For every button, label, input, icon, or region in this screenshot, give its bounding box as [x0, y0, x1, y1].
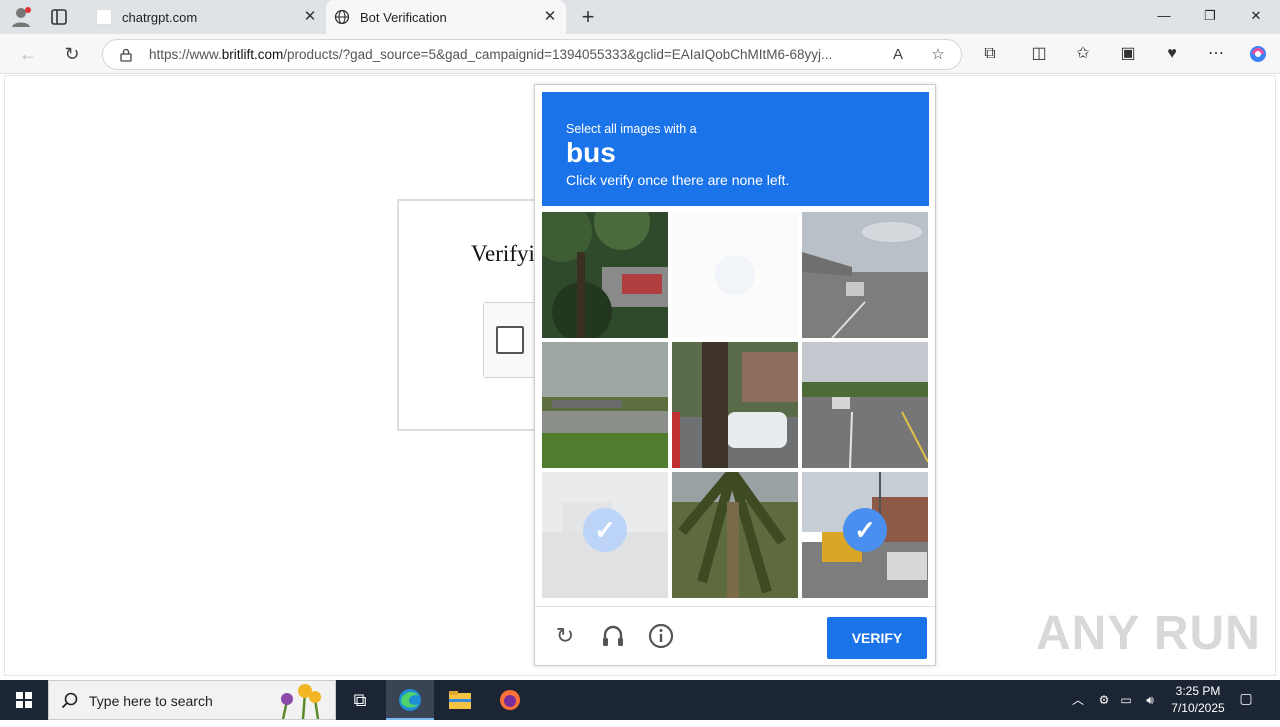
captcha-tile[interactable]: [542, 212, 668, 338]
page-heading: Verifyi: [471, 241, 535, 266]
back-arrow-icon[interactable]: ←: [18, 44, 38, 64]
tile-image: [542, 212, 668, 338]
watermark-logo: ANY RUN: [1036, 607, 1261, 660]
globe-icon: [334, 9, 350, 25]
taskbar-search[interactable]: Type here to search: [48, 680, 336, 720]
selected-check-icon: ✓: [843, 508, 887, 552]
tile-image: [672, 342, 798, 468]
verify-button[interactable]: VERIFY: [827, 617, 927, 659]
lock-icon[interactable]: [119, 48, 133, 62]
captcha-tile[interactable]: ✓: [542, 472, 668, 598]
task-view-icon[interactable]: ⧉: [336, 680, 384, 720]
tab-actions-icon[interactable]: [50, 8, 68, 26]
restore-icon[interactable]: ❐: [1202, 8, 1218, 24]
new-tab-button[interactable]: +: [578, 6, 598, 28]
page-favicon-icon: [96, 9, 112, 25]
instruction-text: Select all images with a: [566, 122, 697, 136]
favorite-star-icon[interactable]: ☆: [929, 46, 947, 64]
tile-image: [802, 212, 928, 338]
captcha-tile[interactable]: [672, 472, 798, 598]
tile-image: [672, 472, 798, 598]
tab-title: chatrgpt.com: [122, 9, 198, 25]
edge-browser-icon[interactable]: [386, 680, 434, 720]
tab-strip: chatrgpt.com ✕ Bot Verification ✕ + — ❐ …: [0, 0, 1280, 34]
volume-icon[interactable]: 🔊︎: [1142, 692, 1158, 708]
read-aloud-icon[interactable]: A: [889, 46, 907, 64]
chevron-up-icon[interactable]: ︿: [1070, 692, 1086, 708]
tab-bot-verification[interactable]: Bot Verification ✕: [326, 0, 566, 34]
system-clock[interactable]: 3:25 PM 7/10/2025: [1160, 683, 1236, 717]
browser-toolbar: ← ↻ https://www.britlift.com/products/?g…: [0, 34, 1280, 74]
split-screen-icon[interactable]: ◫: [1029, 44, 1049, 64]
captcha-tile[interactable]: [672, 342, 798, 468]
captcha-tile[interactable]: [802, 212, 928, 338]
browser-essentials-icon[interactable]: ♥: [1162, 44, 1182, 64]
target-object: bus: [566, 137, 616, 168]
security-icon[interactable]: ⚙: [1096, 692, 1112, 708]
captcha-tile[interactable]: [802, 342, 928, 468]
close-tab-icon[interactable]: ✕: [302, 9, 318, 25]
captcha-tile[interactable]: [542, 342, 668, 468]
windows-start-icon[interactable]: [0, 680, 48, 720]
captcha-challenge: Select all images with a bus Click verif…: [534, 84, 936, 666]
network-icon[interactable]: ▭: [1118, 692, 1134, 708]
info-icon[interactable]: [648, 623, 674, 649]
captcha-checkbox[interactable]: [496, 326, 524, 354]
copilot-icon[interactable]: [1248, 44, 1268, 64]
extensions-icon[interactable]: ⧉: [980, 44, 1000, 64]
collections-icon[interactable]: ▣: [1118, 44, 1138, 64]
flowers-icon: [281, 684, 321, 719]
reload-challenge-icon[interactable]: ↻: [552, 623, 578, 649]
tab-chatrgpt[interactable]: chatrgpt.com ✕: [88, 0, 326, 34]
profile-icon[interactable]: [10, 6, 32, 28]
tab-title: Bot Verification: [360, 9, 447, 25]
address-bar[interactable]: https://www.britlift.com/products/?gad_s…: [102, 39, 962, 70]
audio-challenge-icon[interactable]: [600, 623, 626, 649]
clock-time: 3:25 PM: [1175, 684, 1221, 698]
tile-image: [802, 342, 928, 468]
search-placeholder: Type here to search: [89, 693, 213, 709]
url-text[interactable]: https://www.britlift.com/products/?gad_s…: [149, 47, 869, 62]
close-window-icon[interactable]: ✕: [1248, 8, 1264, 24]
tile-image: [542, 342, 668, 468]
file-explorer-icon[interactable]: [436, 680, 484, 720]
clock-date: 7/10/2025: [1171, 701, 1225, 715]
close-tab-icon[interactable]: ✕: [542, 9, 558, 25]
captcha-tile[interactable]: [672, 212, 798, 338]
more-menu-icon[interactable]: ⋯: [1206, 44, 1226, 64]
refresh-icon[interactable]: ↻: [62, 44, 82, 64]
captcha-tile[interactable]: ✓: [802, 472, 928, 598]
sub-instruction: Click verify once there are none left.: [566, 172, 790, 188]
firefox-icon[interactable]: [486, 680, 534, 720]
favorites-icon[interactable]: ✩: [1073, 44, 1093, 64]
search-icon: [61, 692, 78, 709]
minimize-icon[interactable]: —: [1156, 8, 1172, 24]
challenge-header: Select all images with a bus Click verif…: [542, 92, 929, 206]
challenge-footer: ↻ VERIFY: [535, 606, 935, 666]
selected-check-icon: ✓: [583, 508, 627, 552]
tile-image: [672, 212, 798, 338]
notification-icon[interactable]: ▢: [1236, 690, 1256, 710]
taskbar: Type here to search ⧉ ︿ ⚙ ▭ 🔊︎ 3:25 PM 7…: [0, 680, 1280, 720]
